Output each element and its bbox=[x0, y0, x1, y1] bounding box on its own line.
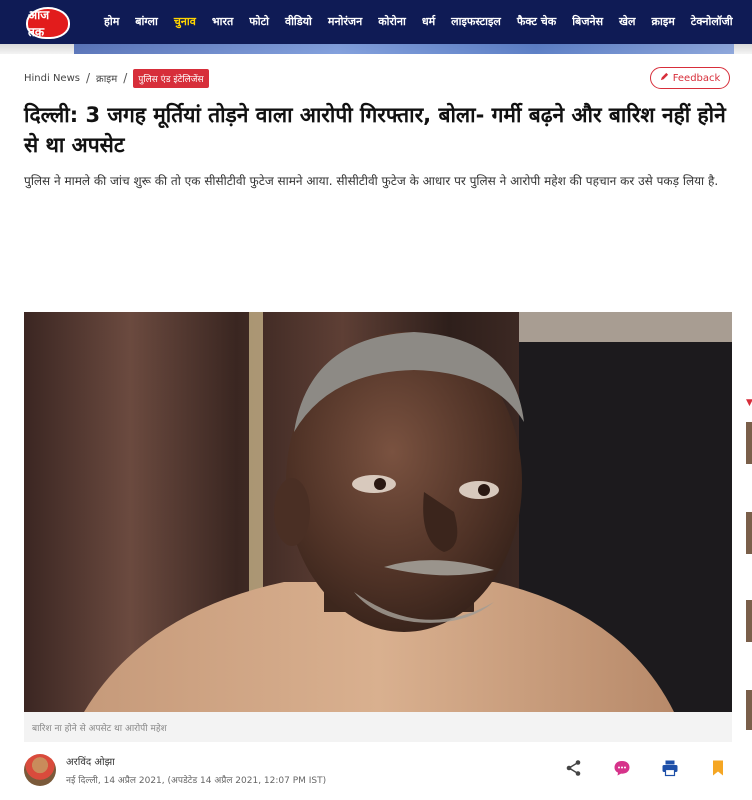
nav-item-corona[interactable]: कोरोना bbox=[370, 0, 414, 44]
nav-item-home[interactable]: होम bbox=[96, 0, 127, 44]
nav-item-election[interactable]: चुनाव bbox=[166, 0, 204, 44]
article-dateline: नई दिल्ली, 14 अप्रैल 2021, (अपडेटेड 14 अ… bbox=[66, 776, 327, 786]
nav-item-technology[interactable]: टेक्नोलॉजी bbox=[683, 0, 741, 44]
nav-item-business[interactable]: बिजनेस bbox=[564, 0, 611, 44]
breadcrumb-section-link[interactable]: क्राइम bbox=[96, 71, 117, 85]
article-actions bbox=[550, 756, 742, 780]
nav-item-sports[interactable]: खेल bbox=[611, 0, 643, 44]
header-banner-strip bbox=[0, 44, 752, 54]
author-row: अरविंद ओझा नई दिल्ली, 14 अप्रैल 2021, (अ… bbox=[24, 746, 732, 796]
nav-item-lifestyle[interactable]: लाइफस्टाइल bbox=[443, 0, 509, 44]
feedback-button[interactable]: Feedback bbox=[650, 67, 730, 89]
bookmark-icon[interactable] bbox=[694, 756, 742, 780]
article-photo bbox=[24, 312, 732, 712]
nav-item-religion[interactable]: धर्म bbox=[414, 0, 443, 44]
nav-item-fact-check[interactable]: फैक्ट चेक bbox=[509, 0, 564, 44]
top-navigation-bar: आज तक होम बांग्ला चुनाव भारत फोटो वीडियो… bbox=[0, 0, 752, 44]
pencil-icon bbox=[660, 72, 669, 84]
breadcrumb-separator: / bbox=[85, 71, 91, 85]
photo-caption: बारिश ना होने से अपसेट था आरोपी महेश bbox=[24, 712, 732, 742]
nav-item-india[interactable]: भारत bbox=[204, 0, 241, 44]
breadcrumb-home-link[interactable]: Hindi News bbox=[24, 73, 80, 84]
sidebar-thumbnail[interactable] bbox=[746, 422, 752, 464]
breadcrumb-tag-link[interactable]: पुलिस एंड इंटेलिजेंस bbox=[133, 68, 209, 88]
breadcrumb: Hindi News / क्राइम / पुलिस एंड इंटेलिजे… bbox=[24, 68, 209, 88]
author-avatar[interactable] bbox=[24, 754, 56, 786]
sidebar-fragment-marker: ▼ bbox=[746, 398, 752, 408]
feedback-label: Feedback bbox=[672, 72, 721, 84]
article-summary: पुलिस ने मामले की जांच शुरू की तो एक सीस… bbox=[24, 174, 719, 188]
sidebar-thumbnail[interactable] bbox=[746, 690, 752, 730]
sidebar-thumbnail[interactable] bbox=[746, 600, 752, 642]
nav-item-photo[interactable]: फोटो bbox=[241, 0, 277, 44]
comment-icon[interactable] bbox=[598, 756, 646, 780]
share-icon[interactable] bbox=[550, 756, 598, 780]
author-name[interactable]: अरविंद ओझा bbox=[66, 754, 115, 768]
nav-item-bangla[interactable]: बांग्ला bbox=[127, 0, 166, 44]
nav-item-crime[interactable]: क्राइम bbox=[644, 0, 683, 44]
nav-item-video[interactable]: वीडियो bbox=[277, 0, 320, 44]
photo-illustration bbox=[24, 312, 732, 712]
article-headline: दिल्ली: 3 जगह मूर्तियां तोड़ने वाला आरोप… bbox=[24, 103, 726, 157]
breadcrumb-separator: / bbox=[123, 71, 128, 85]
nav-item-entertainment[interactable]: मनोरंजन bbox=[320, 0, 370, 44]
print-icon[interactable] bbox=[646, 756, 694, 780]
aajtak-logo[interactable]: आज तक bbox=[26, 7, 70, 39]
sidebar-thumbnail[interactable] bbox=[746, 512, 752, 554]
nav-menu: होम बांग्ला चुनाव भारत फोटो वीडियो मनोरं… bbox=[96, 0, 752, 44]
